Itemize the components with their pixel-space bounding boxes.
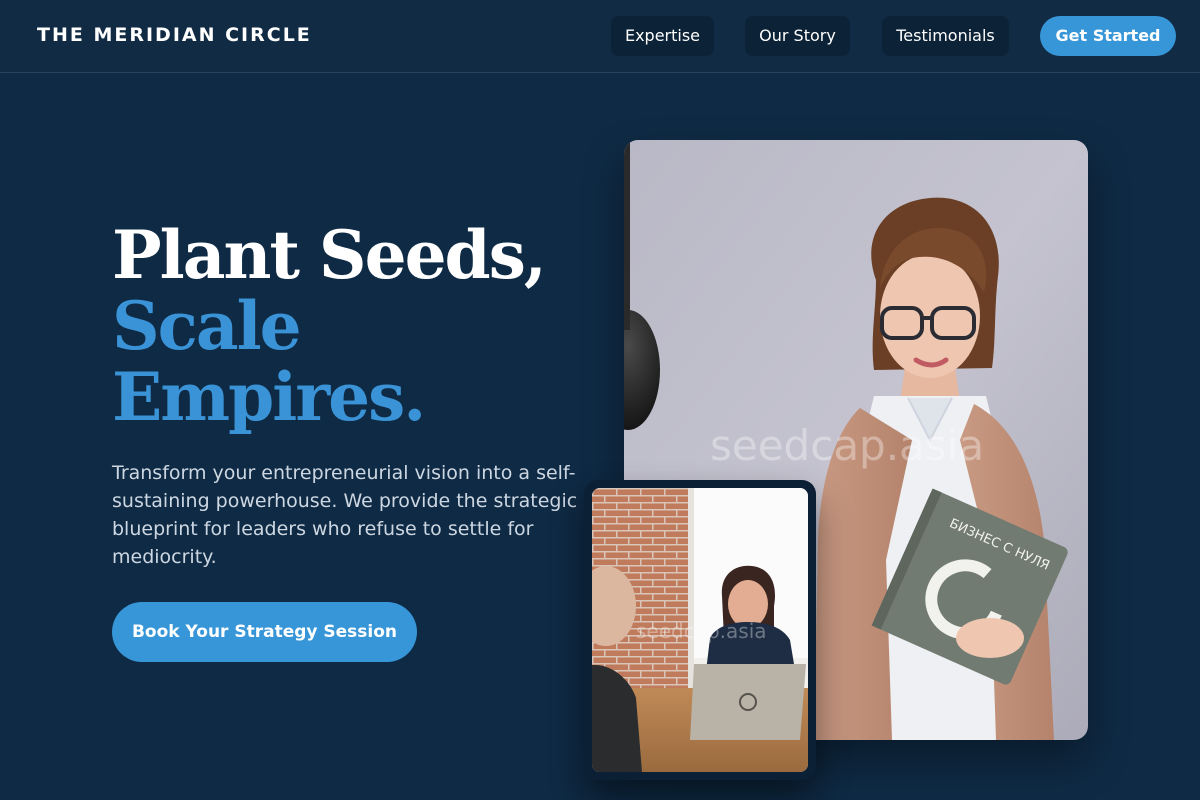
top-nav: THE MERIDIAN CIRCLE Expertise Our Story … <box>0 0 1200 73</box>
brand-logo[interactable]: THE MERIDIAN CIRCLE <box>37 24 312 46</box>
headline-line-3: Empires. <box>112 358 426 436</box>
book-strategy-session-button[interactable]: Book Your Strategy Session <box>112 602 417 662</box>
hero-headline: Plant Seeds, Scale Empires. <box>112 220 592 433</box>
headline-line-2: Scale <box>112 287 302 365</box>
meeting-photo-watermark: seedcap.asia <box>636 619 767 643</box>
hero-intro-text: Transform your entrepreneurial vision in… <box>112 462 578 568</box>
nav-our-story-button[interactable]: Our Story <box>745 16 850 56</box>
headline-line-1: Plant Seeds, <box>112 216 547 294</box>
nav-expertise-button[interactable]: Expertise <box>611 16 714 56</box>
nav-testimonials-button[interactable]: Testimonials <box>882 16 1009 56</box>
main-photo-watermark: seedcap.asia <box>710 421 984 470</box>
meeting-photo: seedcap.asia <box>592 488 808 772</box>
get-started-button[interactable]: Get Started <box>1040 16 1176 56</box>
